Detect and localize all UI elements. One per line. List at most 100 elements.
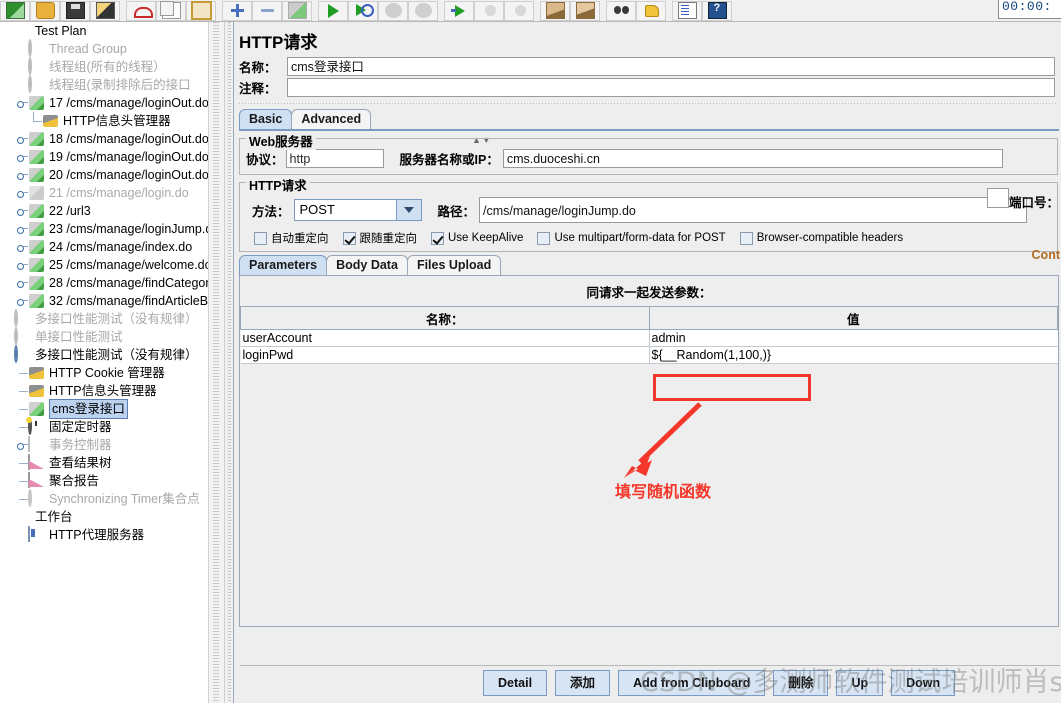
collapse-divider[interactable]: [239, 101, 1056, 105]
tab-files-upload[interactable]: Files Upload: [406, 255, 502, 275]
chevron-down-icon[interactable]: [395, 200, 421, 220]
tab-advanced[interactable]: Advanced: [291, 109, 372, 129]
tree-expand-toggle[interactable]: [16, 274, 28, 292]
tree-node[interactable]: 线程组(录制排除后的接口: [0, 75, 208, 94]
tab-parameters[interactable]: Parameters: [239, 255, 328, 275]
tree-node[interactable]: Thread Group: [0, 39, 208, 58]
tree-node[interactable]: 25 /cms/manage/welcome.do: [0, 256, 208, 274]
tree-node[interactable]: 19 /cms/manage/loginOut.do: [0, 148, 208, 166]
tree-expand-toggle[interactable]: [16, 220, 28, 238]
tree-expand-toggle[interactable]: [16, 256, 28, 274]
button-add-from-clipboard[interactable]: Add from Clipboard: [618, 669, 766, 696]
tree-node[interactable]: 聚合报告: [0, 472, 208, 490]
checkbox-option[interactable]: Browser-compatible headers: [739, 231, 903, 245]
start-no-pauses-button[interactable]: [348, 0, 378, 21]
new-test-plan-button[interactable]: [0, 0, 30, 21]
remote-shutdown-button[interactable]: [504, 0, 534, 21]
protocol-input[interactable]: http: [285, 149, 384, 168]
copy-button[interactable]: [156, 0, 186, 21]
comment-input[interactable]: [287, 78, 1055, 97]
tree-node[interactable]: 单接口性能测试: [0, 327, 208, 346]
path-input[interactable]: /cms/manage/loginJump.do: [479, 197, 1028, 223]
tree-expand-toggle[interactable]: [16, 202, 28, 220]
tree-expand-toggle[interactable]: [16, 436, 28, 454]
checkbox-box[interactable]: [431, 231, 444, 245]
tree-node[interactable]: Test Plan: [0, 22, 208, 40]
paste-button[interactable]: [186, 0, 216, 21]
parameters-tabs[interactable]: Parameters Body Data Files Upload: [234, 253, 1061, 275]
tree-expand-toggle[interactable]: [16, 184, 28, 202]
tree-node[interactable]: 22 /url3: [0, 202, 208, 220]
table-row[interactable]: userAccount admin: [240, 329, 1058, 347]
param-name-cell[interactable]: loginPwd: [240, 346, 649, 364]
remote-start-button[interactable]: [444, 0, 474, 21]
stop-button[interactable]: [378, 0, 408, 21]
tree-node[interactable]: 查看结果树: [0, 454, 208, 472]
open-button[interactable]: [30, 0, 60, 21]
port-input[interactable]: [987, 188, 1009, 208]
clear-button[interactable]: [540, 0, 570, 21]
checkbox-box[interactable]: [254, 231, 267, 245]
tree-node[interactable]: 24 /cms/manage/index.do: [0, 238, 208, 256]
button-添加[interactable]: 添加: [555, 669, 611, 696]
tree-node[interactable]: 20 /cms/manage/loginOut.do: [0, 166, 208, 184]
tree-node[interactable]: 28 /cms/manage/findCategoryB: [0, 274, 208, 292]
tree-node[interactable]: 线程组(所有的线程）: [0, 57, 208, 76]
tree-node[interactable]: 32 /cms/manage/findArticleByPa: [0, 292, 208, 310]
tree-node[interactable]: HTTP信息头管理器: [0, 112, 208, 130]
collapse-button[interactable]: [252, 0, 282, 21]
tree-node[interactable]: HTTP信息头管理器: [0, 382, 208, 400]
tree-node[interactable]: 23 /cms/manage/loginJump.do: [0, 220, 208, 238]
save-button[interactable]: [60, 0, 90, 21]
tree-node[interactable]: 17 /cms/manage/loginOut.do: [0, 94, 208, 112]
tree-node[interactable]: HTTP代理服务器: [0, 526, 208, 544]
tree-node[interactable]: 多接口性能测试（没有规律）: [0, 309, 208, 328]
start-button[interactable]: [318, 0, 348, 21]
tree-expand-toggle[interactable]: [16, 94, 28, 112]
close-button[interactable]: [126, 0, 156, 21]
tree-expand-toggle[interactable]: [16, 148, 28, 166]
tree-node[interactable]: cms登录接口: [0, 399, 208, 419]
tree-vertical-scrollbar[interactable]: [208, 22, 225, 703]
checkbox-option[interactable]: Use multipart/form-data for POST: [537, 231, 726, 245]
tree-node[interactable]: 18 /cms/manage/loginOut.do: [0, 130, 208, 148]
request-options-checkboxes[interactable]: 自动重定向 跟随重定向 Use KeepAlive Use multipart/for…: [246, 225, 1051, 249]
test-plan-tree[interactable]: Test Plan Thread Group 线程组(所有的线程） 线程组(录制排除后…: [0, 22, 208, 703]
button-删除[interactable]: 删除: [773, 669, 829, 696]
expand-button[interactable]: [222, 0, 252, 21]
method-select[interactable]: POST: [293, 199, 422, 221]
checkbox-option[interactable]: Use KeepAlive: [431, 231, 523, 245]
clear-all-button[interactable]: [570, 0, 600, 21]
button-up[interactable]: Up: [836, 669, 884, 696]
name-input[interactable]: cms登录接口: [287, 57, 1055, 76]
toggle-button[interactable]: [282, 0, 312, 21]
shutdown-button[interactable]: [408, 0, 438, 21]
tree-expand-toggle[interactable]: [16, 292, 28, 310]
function-helper-button[interactable]: [672, 0, 702, 21]
checkbox-box[interactable]: [342, 231, 356, 245]
help-button[interactable]: [702, 0, 732, 21]
checkbox-box[interactable]: [739, 231, 753, 245]
edit-button[interactable]: [90, 0, 120, 21]
parameters-table[interactable]: 名称：值 userAccount admin loginPwd ${__Random(…: [240, 306, 1058, 364]
table-row[interactable]: loginPwd ${__Random(1,100,)}: [240, 346, 1058, 364]
tree-node[interactable]: Synchronizing Timer集合点: [0, 489, 208, 508]
tree-node[interactable]: HTTP Cookie 管理器: [0, 364, 208, 382]
tab-body-data[interactable]: Body Data: [326, 255, 408, 275]
search-button[interactable]: [606, 0, 636, 21]
checkbox-box[interactable]: [537, 231, 551, 245]
tab-basic[interactable]: Basic: [239, 109, 293, 129]
remote-stop-button[interactable]: [474, 0, 504, 21]
server-name-input[interactable]: cms.duoceshi.cn: [502, 149, 1003, 168]
checkbox-option[interactable]: 自动重定向: [254, 230, 329, 246]
checkbox-option[interactable]: 跟随重定向: [342, 230, 417, 246]
basic-advanced-tabs[interactable]: Basic Advanced: [234, 107, 1061, 129]
tree-node[interactable]: 多接口性能测试（没有规律）: [0, 345, 208, 364]
reset-search-button[interactable]: [636, 0, 666, 21]
param-value-cell[interactable]: ${__Random(1,100,)}: [648, 346, 1058, 364]
tree-node[interactable]: 事务控制器: [0, 436, 208, 454]
param-value-cell[interactable]: admin: [648, 329, 1058, 347]
button-down[interactable]: Down: [891, 669, 956, 696]
param-name-cell[interactable]: userAccount: [240, 329, 649, 347]
tree-expand-toggle[interactable]: [16, 238, 28, 256]
